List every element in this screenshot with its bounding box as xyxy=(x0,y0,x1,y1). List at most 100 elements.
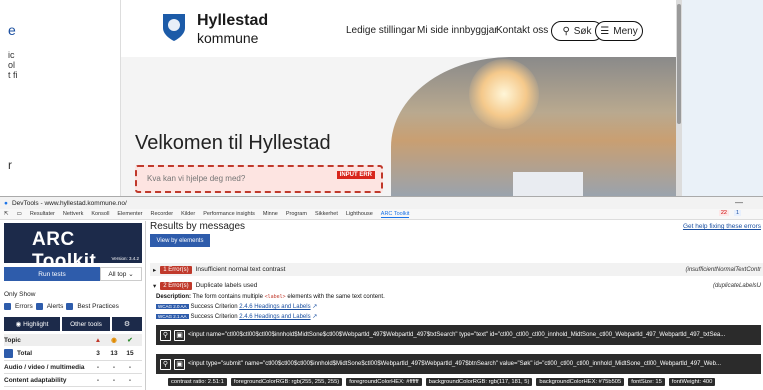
tab-results[interactable]: Resultater xyxy=(30,211,55,217)
highlight-button[interactable]: ◉ Highlight xyxy=(4,317,60,331)
help-link[interactable]: Get help fixing these errors xyxy=(683,223,761,230)
copy-icon[interactable]: ▣ xyxy=(174,329,185,341)
result-rule-id: (insufficientNormalTextContr xyxy=(685,266,761,273)
menu-icon: ☰ xyxy=(600,25,610,37)
error-count-badge: 2 Error(s) xyxy=(160,281,192,290)
scope-select-value: All top xyxy=(108,270,127,278)
wcag-link[interactable]: 2.4.6 Headings and Labels xyxy=(239,314,310,320)
settings-button[interactable]: ⚙ xyxy=(112,317,142,331)
style-property: foregroundColorRGB: rgb(255, 255, 255) xyxy=(230,378,343,386)
copy-icon[interactable]: ▣ xyxy=(174,358,185,370)
best-practices-checkbox[interactable] xyxy=(66,303,74,310)
topic-header-row: Topic ▲ ◉ ✔ xyxy=(4,334,142,346)
nav-link-jobs[interactable]: Ledige stillingar xyxy=(346,25,416,36)
hero-heading: Velkomen til Hyllestad xyxy=(135,132,331,154)
total-alerts: 13 xyxy=(110,350,118,357)
total-checkbox[interactable] xyxy=(4,349,13,358)
result-group-label: Insufficient normal text contrast xyxy=(195,266,286,273)
scope-select[interactable]: All top ⌄ xyxy=(100,267,142,281)
style-property: backgroundColorHEX: #75b505 xyxy=(536,378,625,386)
error-count-badge: 1 Error(s) xyxy=(160,265,192,274)
style-property: fontSize: 15 xyxy=(628,378,665,386)
devtools-title: DevTools - www.hyllestad.kommune.no/ xyxy=(11,199,127,207)
tab-sources[interactable]: Kilder xyxy=(181,211,195,217)
other-tools-button[interactable]: Other tools xyxy=(62,317,110,331)
alerts-checkbox[interactable] xyxy=(35,303,43,310)
hero-photo-sunlight xyxy=(469,59,539,129)
tab-performance-insights[interactable]: Performance insights xyxy=(203,211,255,217)
left-text-fragment: r xyxy=(8,158,12,172)
topic-label: Content adaptability xyxy=(4,377,67,384)
device-icon[interactable]: ▭ xyxy=(17,211,22,217)
search-icon: ⚲ xyxy=(562,25,570,37)
warning-count-badge[interactable]: 1 xyxy=(733,210,741,216)
scrollbar-thumb[interactable] xyxy=(677,4,681,124)
total-row[interactable]: Total 3 13 15 xyxy=(4,347,142,361)
best-practices-checkbox-label[interactable]: Best Practices xyxy=(77,303,119,310)
result-group-contrast[interactable]: ▸ 1 Error(s) Insufficient normal text co… xyxy=(150,263,763,276)
tab-application[interactable]: Program xyxy=(286,211,307,217)
external-link-icon: ↗ xyxy=(312,304,318,310)
brand-subtitle[interactable]: kommune xyxy=(197,30,258,46)
search-icon[interactable]: ⚲ xyxy=(160,329,171,341)
code-snippet: ⚲ ▣ <input type="submit" name="ctl00$ctl… xyxy=(156,354,761,374)
tab-memory[interactable]: Minne xyxy=(263,211,278,217)
style-property: contrast ratio: 2.51:1 xyxy=(168,378,227,386)
left-page-area: e ic ol t fi r xyxy=(0,0,121,196)
brand-name[interactable]: Hyllestad xyxy=(197,12,268,30)
arc-input-error-tag: INPUT ERR xyxy=(336,171,375,179)
topic-row[interactable]: Audio / video / multimedia - - - xyxy=(4,362,142,374)
hyllestad-logo-icon[interactable] xyxy=(161,12,187,42)
result-description: Description: The form contains multiple … xyxy=(156,293,385,322)
errors-checkbox-label[interactable]: Errors xyxy=(15,303,33,310)
topic-row[interactable]: Content adaptability - - - xyxy=(4,375,142,387)
errors-checkbox[interactable] xyxy=(4,303,11,310)
code-snippet-text: <input name="ctl00$ctl00$ctl00$innhold$M… xyxy=(188,332,726,338)
description-suffix: elements with the same text content. xyxy=(287,294,385,300)
total-errors: 3 xyxy=(96,350,100,357)
left-text-fragment: ic xyxy=(8,50,15,60)
result-rule-id: (duplicateLabelsU xyxy=(712,282,761,289)
tab-recorder[interactable]: Recorder xyxy=(151,211,174,217)
topic-alerts: - xyxy=(112,377,116,384)
run-tests-button[interactable]: Run tests xyxy=(4,267,100,281)
hero-search-input[interactable] xyxy=(137,167,327,190)
code-snippet-text: <input type="submit" name="ctl00$ctl00$c… xyxy=(188,361,721,367)
thumbs-up-icon: ✔ xyxy=(127,337,133,344)
total-best-practices: 15 xyxy=(126,350,134,357)
code-snippet: ⚲ ▣ <input name="ctl00$ctl00$ctl00$innho… xyxy=(156,325,761,345)
result-group-duplicate-labels[interactable]: ▾ 2 Error(s) Duplicate labels used (dupl… xyxy=(150,279,763,292)
left-text-fragment: e xyxy=(8,22,16,38)
wcag-tag: WCAG 2.0 AA xyxy=(156,304,189,309)
menu-button[interactable]: ☰ Meny xyxy=(595,21,643,41)
left-text-fragment: t fi xyxy=(8,70,18,80)
tab-security[interactable]: Sikkerhet xyxy=(315,211,338,217)
tab-lighthouse[interactable]: Lighthouse xyxy=(346,211,373,217)
description-label: Description: xyxy=(156,294,192,300)
tab-console[interactable]: Konsoll xyxy=(91,211,109,217)
style-property: fontWeight: 400 xyxy=(668,378,716,386)
wcag-tag: WCAG 2.1 AA xyxy=(156,314,189,319)
tab-network[interactable]: Nettverk xyxy=(63,211,83,217)
left-text-fragment: ol xyxy=(8,60,16,70)
tab-elements[interactable]: Elementer xyxy=(117,211,142,217)
error-count-badge[interactable]: 22 xyxy=(718,210,729,216)
inspect-icon[interactable]: ⇱ xyxy=(4,211,9,217)
topic-alerts: - xyxy=(112,364,116,371)
wcag-link[interactable]: 2.4.6 Headings and Labels xyxy=(239,304,310,310)
topic-best-practices: - xyxy=(128,377,132,384)
style-property: foregroundColorHEX: #ffffff xyxy=(346,378,422,386)
style-property: backgroundColorRGB: rgb(117, 181, 5) xyxy=(425,378,533,386)
browser-icon: ● xyxy=(4,199,8,207)
nav-link-my-page[interactable]: Mi side innbyggjar xyxy=(417,25,498,36)
nav-link-contact[interactable]: Kontakt oss xyxy=(496,25,548,36)
alerts-checkbox-label[interactable]: Alerts xyxy=(47,303,64,310)
minimize-button[interactable]: — xyxy=(735,198,743,207)
search-icon[interactable]: ⚲ xyxy=(160,358,171,370)
hero-search-box[interactable]: INPUT ERR xyxy=(135,165,383,193)
result-group-label: Duplicate labels used xyxy=(195,282,258,289)
gear-icon: ⚙ xyxy=(123,321,131,328)
view-by-elements-button[interactable]: View by elements xyxy=(150,234,210,247)
tab-arc-toolkit[interactable]: ARC Toolkit xyxy=(380,211,410,218)
description-text: The form contains multiple xyxy=(192,294,263,300)
